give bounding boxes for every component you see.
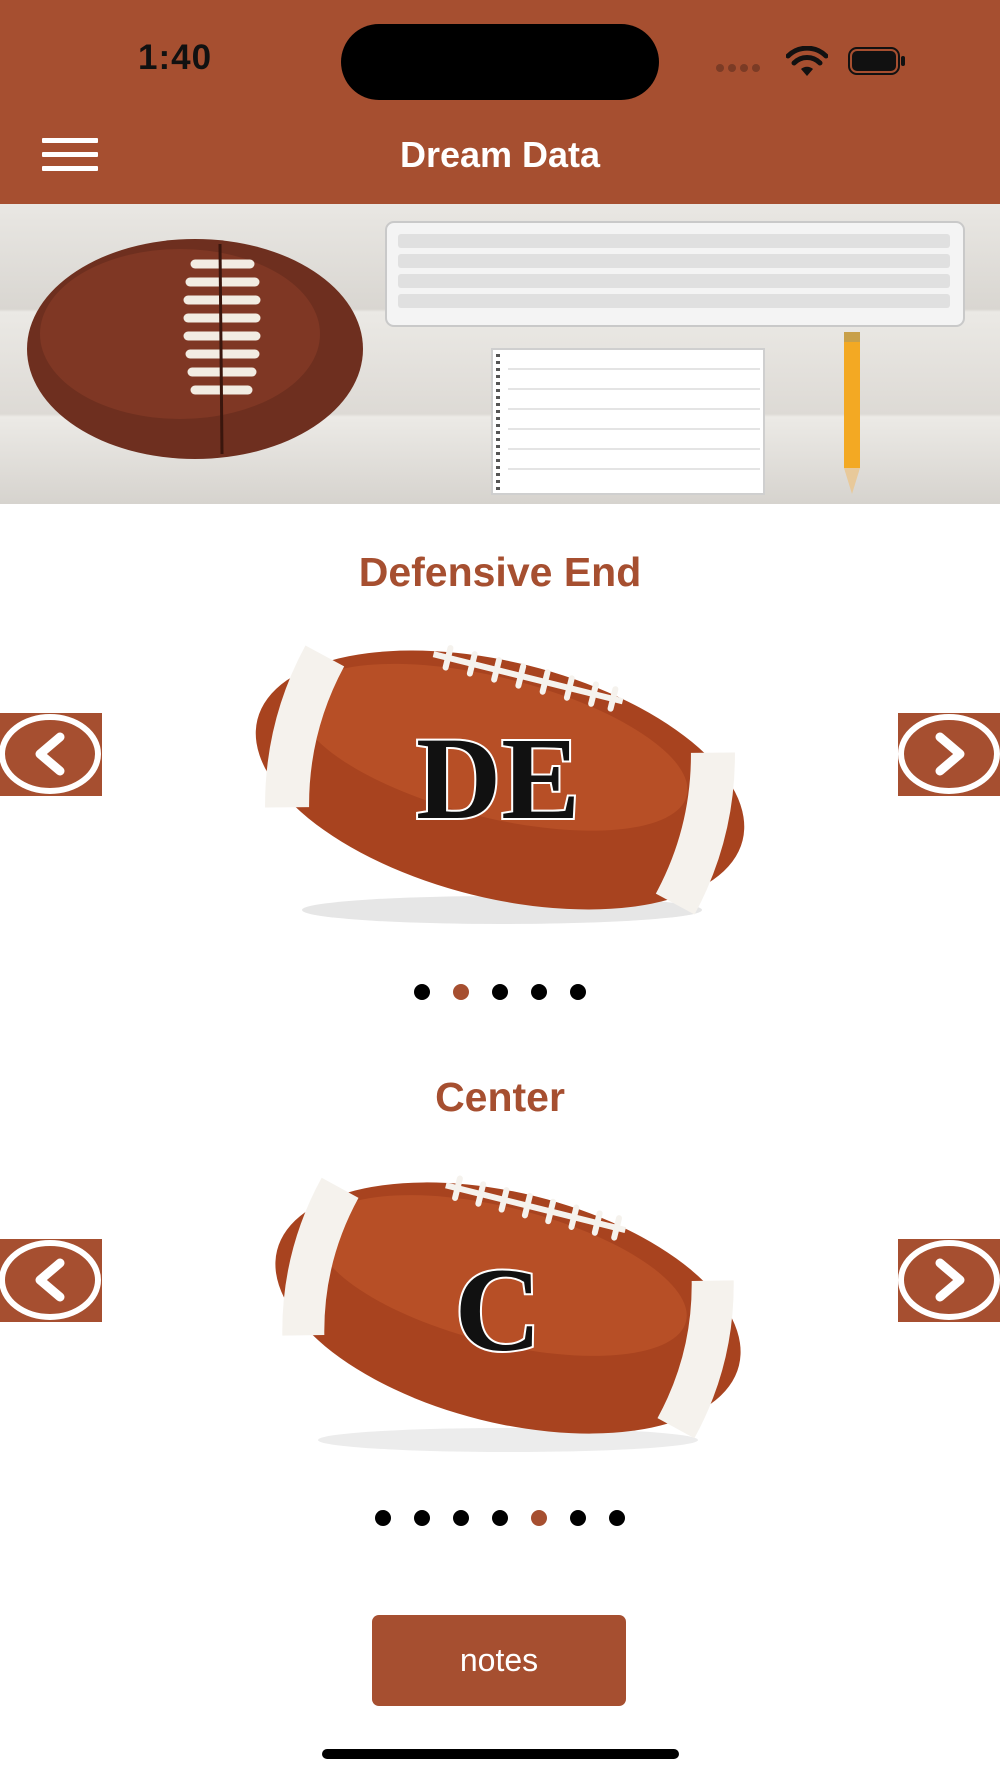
page-dot[interactable] [570,1510,586,1526]
page-dot[interactable] [570,984,586,1000]
dynamic-island [341,24,659,100]
football-de-image: DE [240,640,760,935]
chevron-left-icon [0,714,101,794]
app-header: 1:40 Dream Data [0,0,1000,204]
banner-image [0,204,1000,504]
page-indicator-1[interactable] [0,984,1000,1000]
home-indicator[interactable] [322,1749,679,1759]
prev-button[interactable] [0,1239,102,1322]
page-dot[interactable] [414,984,430,1000]
ball-label-de: DE [416,713,580,844]
banner-illustration [27,221,965,495]
battery-icon [848,47,905,75]
wifi-icon [786,46,828,76]
carousel-title-defensive-end: Defensive End [358,549,642,595]
carousel-title-center: Center [435,1074,565,1120]
page-indicator-2[interactable] [0,1510,1000,1526]
football-c-image: C [258,1168,758,1463]
page-dot[interactable] [453,1510,469,1526]
page-title: Dream Data [399,134,601,175]
status-time: 1:40 [138,38,213,77]
ball-label-c: C [455,1243,542,1376]
page-dot[interactable] [375,1510,391,1526]
prev-button[interactable] [0,713,102,796]
page-dot-active[interactable] [531,1510,547,1526]
page-dot[interactable] [492,1510,508,1526]
chevron-right-icon [898,714,1000,794]
page-dot[interactable] [531,984,547,1000]
next-button[interactable] [898,1239,1000,1322]
cellular-signal-icon [716,64,760,72]
page-dot[interactable] [414,1510,430,1526]
next-button[interactable] [898,713,1000,796]
page-dot[interactable] [492,984,508,1000]
notes-button[interactable]: notes [372,1615,626,1706]
chevron-right-icon [898,1240,1000,1320]
page-dot[interactable] [609,1510,625,1526]
chevron-left-icon [0,1240,101,1320]
page-dot-active[interactable] [453,984,469,1000]
